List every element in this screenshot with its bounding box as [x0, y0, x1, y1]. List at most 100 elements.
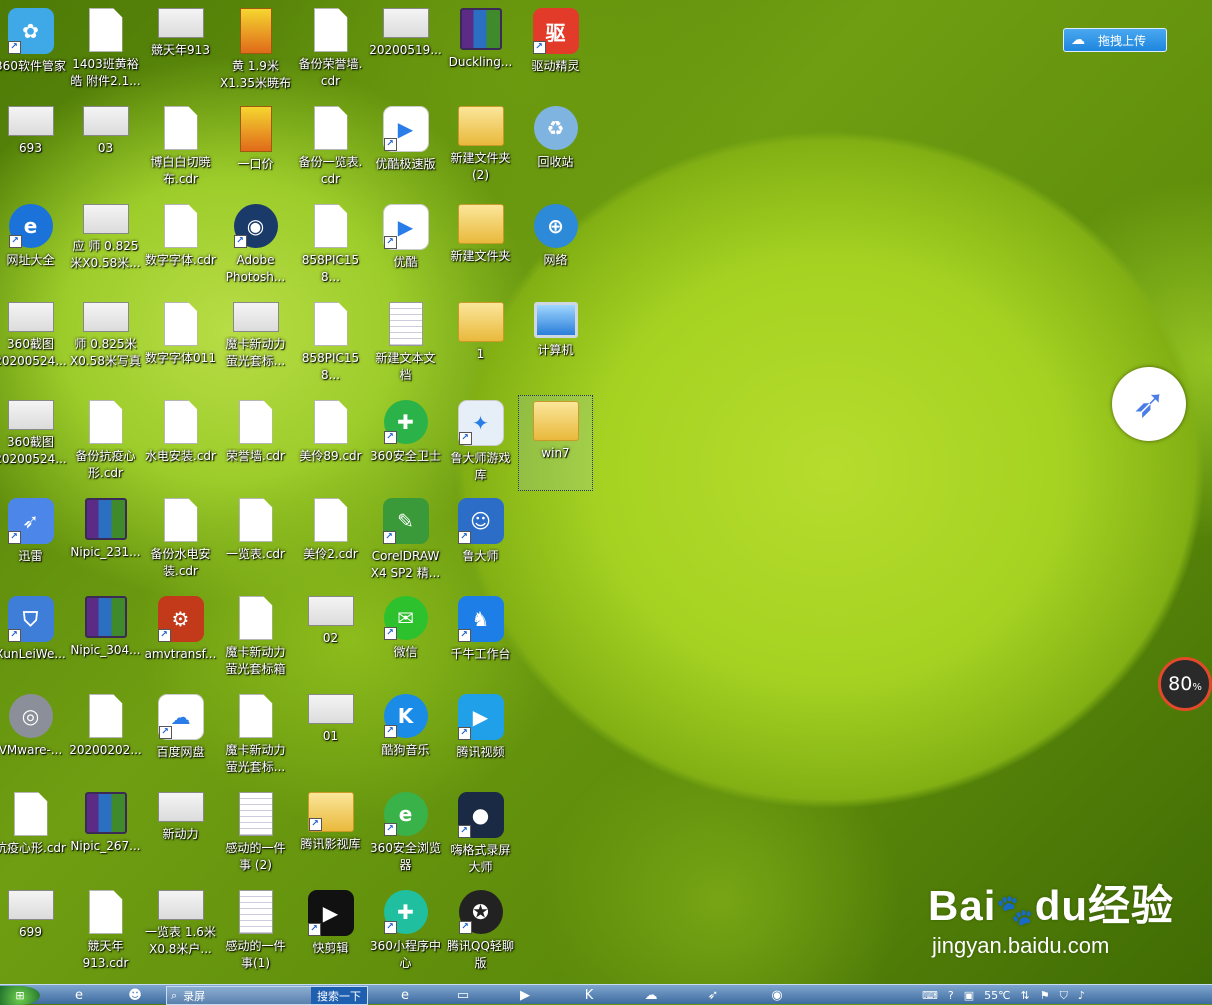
taskbar-user-icon[interactable]: ☻ — [118, 986, 152, 1005]
tray-help-icon[interactable]: ? — [948, 989, 954, 1002]
desktop-icon-r5c3[interactable]: 水电安装.cdr — [143, 395, 218, 491]
desktop-icon-r9c1[interactable]: 抗疫心形.cdr — [0, 787, 68, 883]
desktop-icon-r9c3[interactable]: 新动力 — [143, 787, 218, 883]
desktop-icon-r3c6[interactable]: ▶ ↗ 优酷 — [368, 199, 443, 295]
desktop-icon-r8c6[interactable]: K ↗ 酷狗音乐 — [368, 689, 443, 785]
tray-shield-icon[interactable]: ⛉ — [1060, 989, 1068, 1003]
desktop-icon-r4c3[interactable]: 数字字体011 — [143, 297, 218, 393]
desktop-icon-r1c3[interactable]: 競天年913 — [143, 3, 218, 99]
desktop-icon-r5c4[interactable]: 荣誉墙.cdr — [218, 395, 293, 491]
tray-chip-icon[interactable]: ▣ — [964, 989, 974, 1002]
desktop-icon-r7c6[interactable]: ✉ ↗ 微信 — [368, 591, 443, 687]
desktop-icon-r5c1[interactable]: 360截图 20200524... — [0, 395, 68, 491]
desktop-icon-r7c2[interactable]: Nipic_304... — [68, 591, 143, 687]
desktop-icon-r1c8[interactable]: 驱 ↗ 驱动精灵 — [518, 3, 593, 99]
taskbar-folder-icon[interactable]: ▭ — [446, 986, 480, 1005]
tray-flag-icon[interactable]: ⚑ — [1040, 989, 1050, 1002]
desktop-icon-r1c5[interactable]: 备份荣誉墙. cdr — [293, 3, 368, 99]
desktop-icon-r7c3[interactable]: ⚙ ↗ amvtransf... — [143, 591, 218, 687]
desktop-icon-r2c8[interactable]: ♻ 回收站 — [518, 101, 593, 197]
desktop-icon-r8c2[interactable]: 20200202... — [68, 689, 143, 785]
desktop-icon-r3c5[interactable]: 858PIC158... (1).png!qt... — [293, 199, 368, 295]
desktop-icon-r7c5[interactable]: 02 — [293, 591, 368, 687]
desktop-icon-r10c4[interactable]: 感动的一件 事(1) — [218, 885, 293, 981]
desktop-icon-r8c5[interactable]: 01 — [293, 689, 368, 785]
desktop-icon-r1c1[interactable]: ✿ ↗ 360软件管家 — [0, 3, 68, 99]
desktop-icon-r6c2[interactable]: Nipic_231... — [68, 493, 143, 589]
desktop-icon-r1c2[interactable]: 1403班黄裕 皓 附件2.1... — [68, 3, 143, 99]
desktop-icon-r5c7[interactable]: ✦ ↗ 鲁大师游戏 库 — [443, 395, 518, 491]
taskbar-media-icon[interactable]: ▶ — [508, 986, 542, 1005]
tray-volume-icon[interactable]: ♪ — [1078, 989, 1085, 1002]
desktop-icon-r6c5[interactable]: 美伶2.cdr — [293, 493, 368, 589]
desktop-icon-r5c8[interactable]: win7 — [518, 395, 593, 491]
desktop-icon-r2c4[interactable]: 一口价 — [218, 101, 293, 197]
desktop-icon-r5c5[interactable]: 美伶89.cdr — [293, 395, 368, 491]
desktop-icon-r6c7[interactable]: ☺ ↗ 鲁大师 — [443, 493, 518, 589]
desktop-icon-label: 魔卡新动力 萤光套标箱 — [225, 645, 286, 676]
desktop-icon-r8c1[interactable]: ◎ VMware-... — [0, 689, 68, 785]
desktop-icon-r6c3[interactable]: 备份水电安 装.cdr — [143, 493, 218, 589]
taskbar-search-box[interactable]: ⌕ 录屏 搜索一下 — [166, 986, 368, 1005]
desktop-icon-r5c6[interactable]: ✚ ↗ 360安全卫士 — [368, 395, 443, 491]
search-input[interactable]: 录屏 — [183, 988, 205, 1004]
desktop-icon-r2c3[interactable]: 博白白切暁 布.cdr — [143, 101, 218, 197]
desktop-icon-r10c3[interactable]: 一览表 1.6米 X0.8米户... — [143, 885, 218, 981]
thunder-float-bird-icon[interactable]: ➶ — [1112, 367, 1186, 441]
taskbar-kugou-icon[interactable]: K — [572, 986, 606, 1005]
desktop-icon-r1c6[interactable]: 20200519... — [368, 3, 443, 99]
desktop-icon-r2c2[interactable]: 03 — [68, 101, 143, 197]
desktop-icon-r2c6[interactable]: ▶ ↗ 优酷极速版 — [368, 101, 443, 197]
desktop-icon-r10c5[interactable]: ▶ ↗ 快剪辑 — [293, 885, 368, 981]
desktop-icon-r9c6[interactable]: e ↗ 360安全浏览 器 — [368, 787, 443, 883]
search-button[interactable]: 搜索一下 — [311, 987, 367, 1004]
desktop-icon-r3c3[interactable]: 数字字体.cdr — [143, 199, 218, 295]
desktop-icon-r4c5[interactable]: 858PIC158... — [293, 297, 368, 393]
desktop-icon-r4c7[interactable]: 1 — [443, 297, 518, 393]
desktop-icon-r10c2[interactable]: 競天年 913.cdr — [68, 885, 143, 981]
desktop-icon-r1c7[interactable]: Duckling... — [443, 3, 518, 99]
desktop-icon-r7c4[interactable]: 魔卡新动力 萤光套标箱 — [218, 591, 293, 687]
desktop-icon-r9c4[interactable]: 感动的一件 事 (2) — [218, 787, 293, 883]
desktop-icon-r6c4[interactable]: 一览表.cdr — [218, 493, 293, 589]
speed-ball[interactable]: 80% — [1158, 657, 1212, 711]
desktop-icon-r2c5[interactable]: 备份一览表. cdr — [293, 101, 368, 197]
desktop-icon-r9c5[interactable]: ↗ 腾讯影视库 — [293, 787, 368, 883]
desktop-icon-r2c1[interactable]: 693 — [0, 101, 68, 197]
desktop-icon-r4c4[interactable]: 魔卡新动力 萤光套标... — [218, 297, 293, 393]
drag-upload-button[interactable]: ☁ 拖拽上传 — [1063, 28, 1167, 52]
desktop-icon-r10c7[interactable]: ✪ ↗ 腾讯QQ轻聊 版 — [443, 885, 518, 981]
desktop-icon-r3c7[interactable]: 新建文件夹 — [443, 199, 518, 295]
desktop-icon-r8c3[interactable]: ☁ ↗ 百度网盘 — [143, 689, 218, 785]
tray-network-icon[interactable]: ⇅ — [1021, 989, 1030, 1002]
desktop-icon-r1c4[interactable]: 黄 1.9米 X1.35米暁布 — [218, 3, 293, 99]
desktop-icon-r3c4[interactable]: ◉ ↗ Adobe Photosh... — [218, 199, 293, 295]
desktop-icon-r3c8[interactable]: ⊕ 网络 — [518, 199, 593, 295]
desktop-icon-r5c2[interactable]: 备份抗疫心 形.cdr — [68, 395, 143, 491]
taskbar-thunder-icon[interactable]: ➶ — [696, 986, 730, 1005]
desktop-icon-r8c7[interactable]: ▶ ↗ 腾讯视频 — [443, 689, 518, 785]
desktop-icon-r9c7[interactable]: ● ↗ 嗨格式录屏 大师 — [443, 787, 518, 883]
desktop-icon-r10c6[interactable]: ✚ ↗ 360小程序中 心 — [368, 885, 443, 981]
desktop-icon-r3c1[interactable]: e ↗ 网址大全 — [0, 199, 68, 295]
desktop-icon-r8c4[interactable]: 魔卡新动力 萤光套标... — [218, 689, 293, 785]
desktop-icon-r10c1[interactable]: 699 — [0, 885, 68, 981]
taskbar-browser-icon[interactable]: e — [388, 986, 422, 1005]
desktop-icon-r7c1[interactable]: ⛉ ↗ XunLeiWe... — [0, 591, 68, 687]
start-button[interactable]: ⊞ — [0, 986, 40, 1005]
tray-keyboard-icon[interactable]: ⌨ — [922, 989, 938, 1002]
taskbar-ie-icon[interactable]: e — [62, 986, 96, 1005]
desktop-icon-r4c1[interactable]: 360截图 20200524... — [0, 297, 68, 393]
taskbar-360-icon[interactable]: ◉ — [760, 986, 794, 1005]
desktop-icon-r6c1[interactable]: ➶ ↗ 迅雷 — [0, 493, 68, 589]
desktop-icon-r7c7[interactable]: ♞ ↗ 千牛工作台 — [443, 591, 518, 687]
desktop-icon-r4c2[interactable]: 师 0.825米 X0.58米写真 — [68, 297, 143, 393]
desktop-icon-r2c7[interactable]: 新建文件夹 (2) — [443, 101, 518, 197]
desktop-icon-r9c2[interactable]: Nipic_267... — [68, 787, 143, 883]
desktop-icon-r6c6[interactable]: ✎ ↗ CorelDRAW X4 SP2 精... — [368, 493, 443, 589]
desktop-icon-r4c8[interactable]: 计算机 — [518, 297, 593, 393]
desktop-icon-label: 数字字体011 — [145, 351, 216, 365]
taskbar-netdisk-icon[interactable]: ☁ — [634, 986, 668, 1005]
desktop-icon-r3c2[interactable]: 应 师 0.825 米X0.58米... — [68, 199, 143, 295]
desktop-icon-r4c6[interactable]: 新建文本文 档 — [368, 297, 443, 393]
